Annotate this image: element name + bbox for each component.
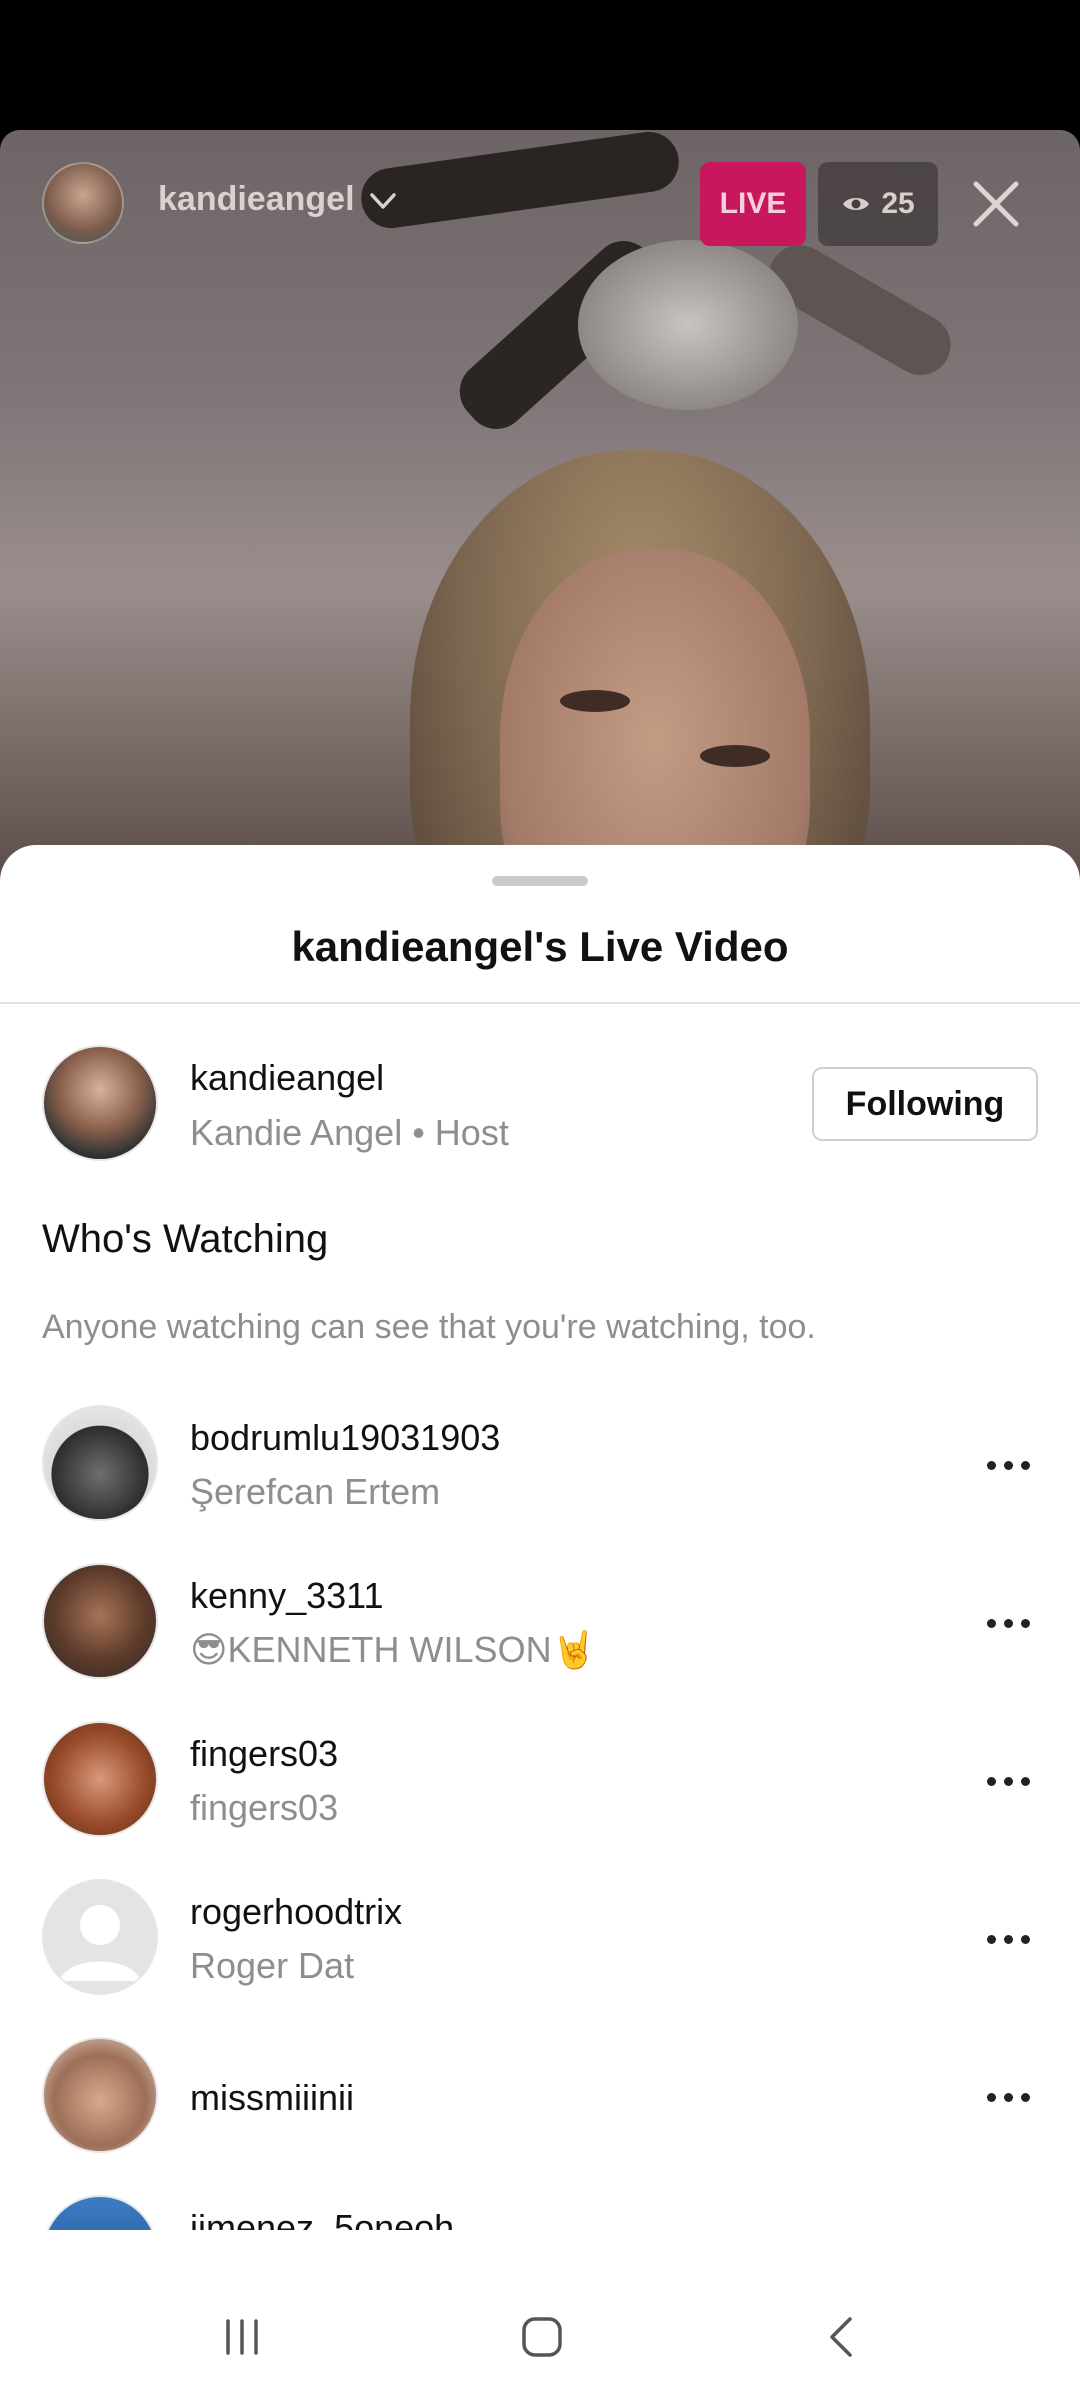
avatar[interactable] — [42, 1405, 158, 1521]
viewers-bottom-sheet: kandieangel's Live Video kandieangel Kan… — [0, 845, 1080, 2275]
more-icon[interactable] — [978, 1909, 1038, 1969]
viewer-username[interactable]: missmiiinii — [190, 2077, 354, 2119]
streamer-eye — [700, 745, 770, 767]
viewer-username[interactable]: kenny_3311 — [190, 1575, 384, 1617]
list-clip — [0, 2230, 1080, 2275]
more-icon[interactable] — [978, 2067, 1038, 2127]
avatar[interactable] — [42, 1721, 158, 1837]
viewer-username[interactable]: bodrumlu19031903 — [190, 1417, 500, 1459]
host-subtitle: Kandie Angel • Host — [190, 1112, 509, 1153]
viewer-full-name: 😎KENNETH WILSON🤘 — [190, 1629, 597, 1670]
avatar[interactable] — [42, 1563, 158, 1679]
status-bar — [0, 0, 1080, 130]
viewer-full-name: Şerefcan Ertem — [190, 1471, 441, 1512]
live-badge: LIVE — [700, 162, 806, 246]
eye-icon — [843, 198, 870, 210]
host-username[interactable]: kandieangel — [190, 1057, 384, 1099]
sheet-title: kandieangel's Live Video — [291, 923, 789, 970]
list-item[interactable]: fingers03 fingers03 — [0, 1721, 1080, 1879]
default-avatar-icon — [60, 1905, 140, 1981]
ceiling-light — [578, 240, 798, 410]
more-icon[interactable] — [978, 1751, 1038, 1811]
avatar[interactable] — [42, 2037, 158, 2153]
viewer-full-name: fingers03 — [190, 1787, 339, 1828]
more-icon[interactable] — [978, 1593, 1038, 1653]
more-icon[interactable] — [978, 1435, 1038, 1495]
viewer-count-badge[interactable]: 25 — [818, 162, 938, 246]
streamer-eye — [560, 690, 630, 712]
viewer-full-name: Roger Dat — [190, 1945, 355, 1986]
ceiling-fan-blade — [357, 130, 683, 232]
list-item[interactable]: kenny_3311 😎KENNETH WILSON🤘 — [0, 1563, 1080, 1721]
host-username-top[interactable]: kandieangel — [158, 180, 355, 219]
viewer-username[interactable]: fingers03 — [190, 1733, 338, 1775]
list-item[interactable]: bodrumlu19031903 Şerefcan Ertem — [0, 1405, 1080, 1563]
viewer-username[interactable]: rogerhoodtrix — [190, 1891, 402, 1933]
whos-watching-heading: Who's Watching — [42, 1217, 329, 1261]
close-icon[interactable] — [966, 174, 1026, 234]
avatar[interactable] — [42, 1879, 158, 1995]
avatar[interactable] — [42, 1045, 158, 1161]
home-icon[interactable] — [520, 2315, 564, 2359]
list-item[interactable]: missmiiinii — [0, 2037, 1080, 2195]
sheet-drag-handle[interactable] — [492, 876, 588, 886]
recents-icon[interactable] — [222, 2317, 262, 2357]
host-avatar[interactable] — [42, 162, 124, 244]
divider — [0, 1002, 1080, 1004]
list-item[interactable]: rogerhoodtrix Roger Dat — [0, 1879, 1080, 2037]
system-nav-bar — [0, 2275, 1080, 2400]
privacy-note: Anyone watching can see that you're watc… — [42, 1308, 816, 1346]
streamer-face — [500, 550, 810, 890]
host-row[interactable]: kandieangel Kandie Angel • Host Followin… — [0, 1045, 1080, 1165]
viewer-count: 25 — [881, 187, 915, 220]
viewer-list: bodrumlu19031903 Şerefcan Ertem kenny_33… — [0, 1405, 1080, 2275]
chevron-down-icon[interactable] — [368, 186, 398, 216]
following-button[interactable]: Following — [812, 1067, 1038, 1141]
back-icon[interactable] — [822, 2315, 862, 2359]
